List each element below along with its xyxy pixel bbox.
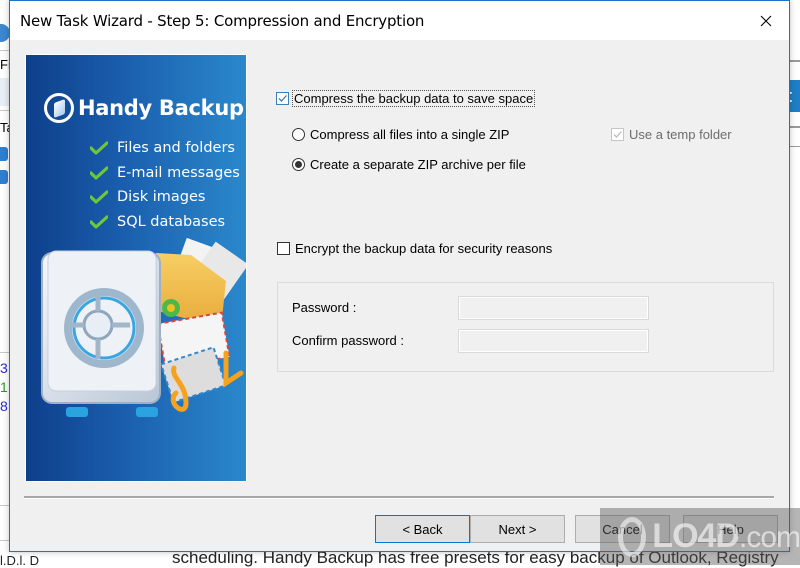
feature-list: Files and folders E-mail messages Disk i… xyxy=(90,136,240,234)
separate-zip-radio[interactable] xyxy=(292,158,305,171)
close-icon xyxy=(760,15,772,26)
feature-label: Files and folders xyxy=(117,140,235,157)
lo4d-watermark: LO4D.com xyxy=(600,508,800,565)
footer-divider xyxy=(24,496,774,499)
checkmark-icon xyxy=(90,166,108,180)
separate-zip-label[interactable]: Create a separate ZIP archive per file xyxy=(310,157,526,172)
checkmark-icon xyxy=(613,131,622,138)
temp-folder-checkbox[interactable] xyxy=(611,128,624,141)
brand: Handy Backup xyxy=(44,93,244,123)
checkmark-icon xyxy=(90,215,108,229)
confirm-password-label: Confirm password : xyxy=(292,333,404,348)
dialog-title: New Task Wizard - Step 5: Compression an… xyxy=(20,12,425,30)
back-button[interactable]: < Back xyxy=(375,515,470,543)
checkmark-icon xyxy=(278,95,287,102)
safe-icon xyxy=(41,250,161,417)
checkmark-icon xyxy=(90,141,108,155)
envelope-icon xyxy=(156,311,231,404)
tree-expand-icon[interactable] xyxy=(0,170,8,184)
feature-item: E-mail messages xyxy=(90,161,240,186)
next-button[interactable]: Next > xyxy=(470,515,565,543)
brand-name: Handy Backup xyxy=(78,96,244,120)
feature-item: Files and folders xyxy=(90,136,240,161)
compress-checkbox[interactable] xyxy=(276,92,289,105)
watermark-brand: LO4D xyxy=(652,517,740,555)
compress-label[interactable]: Compress the backup data to save space xyxy=(291,90,536,107)
flower-icon xyxy=(162,299,180,317)
feature-label: Disk images xyxy=(117,189,206,206)
temp-folder-label[interactable]: Use a temp folder xyxy=(629,127,732,142)
watermark-suffix: .com xyxy=(738,521,800,554)
handy-backup-logo-icon xyxy=(44,93,74,123)
watermark-logo-icon xyxy=(618,516,647,557)
feature-label: SQL databases xyxy=(117,213,226,230)
feature-label: E-mail messages xyxy=(117,164,240,181)
background-text-fragment: l.D.l. D xyxy=(0,553,39,568)
product-banner: Handy Backup Files and folders E-mail me… xyxy=(25,54,247,482)
single-zip-radio[interactable] xyxy=(292,128,305,141)
wizard-dialog: New Task Wizard - Step 5: Compression an… xyxy=(9,0,790,552)
feature-item: Disk images xyxy=(90,185,240,210)
watermark-text: LO4D.com xyxy=(652,517,800,556)
tree-expand-icon[interactable] xyxy=(0,147,8,161)
confirm-password-input[interactable] xyxy=(458,329,649,353)
password-input[interactable] xyxy=(458,296,649,320)
encrypt-label[interactable]: Encrypt the backup data for security rea… xyxy=(295,241,552,256)
encrypt-checkbox[interactable] xyxy=(277,242,290,255)
checkmark-icon xyxy=(90,190,108,204)
close-button[interactable] xyxy=(743,1,789,40)
title-bar[interactable]: New Task Wizard - Step 5: Compression an… xyxy=(10,1,789,40)
feature-item: SQL databases xyxy=(90,210,240,235)
safe-illustration xyxy=(41,237,246,417)
single-zip-label[interactable]: Compress all files into a single ZIP xyxy=(310,127,509,142)
password-label: Password : xyxy=(292,300,357,315)
password-group: Password : Confirm password : xyxy=(277,282,774,372)
